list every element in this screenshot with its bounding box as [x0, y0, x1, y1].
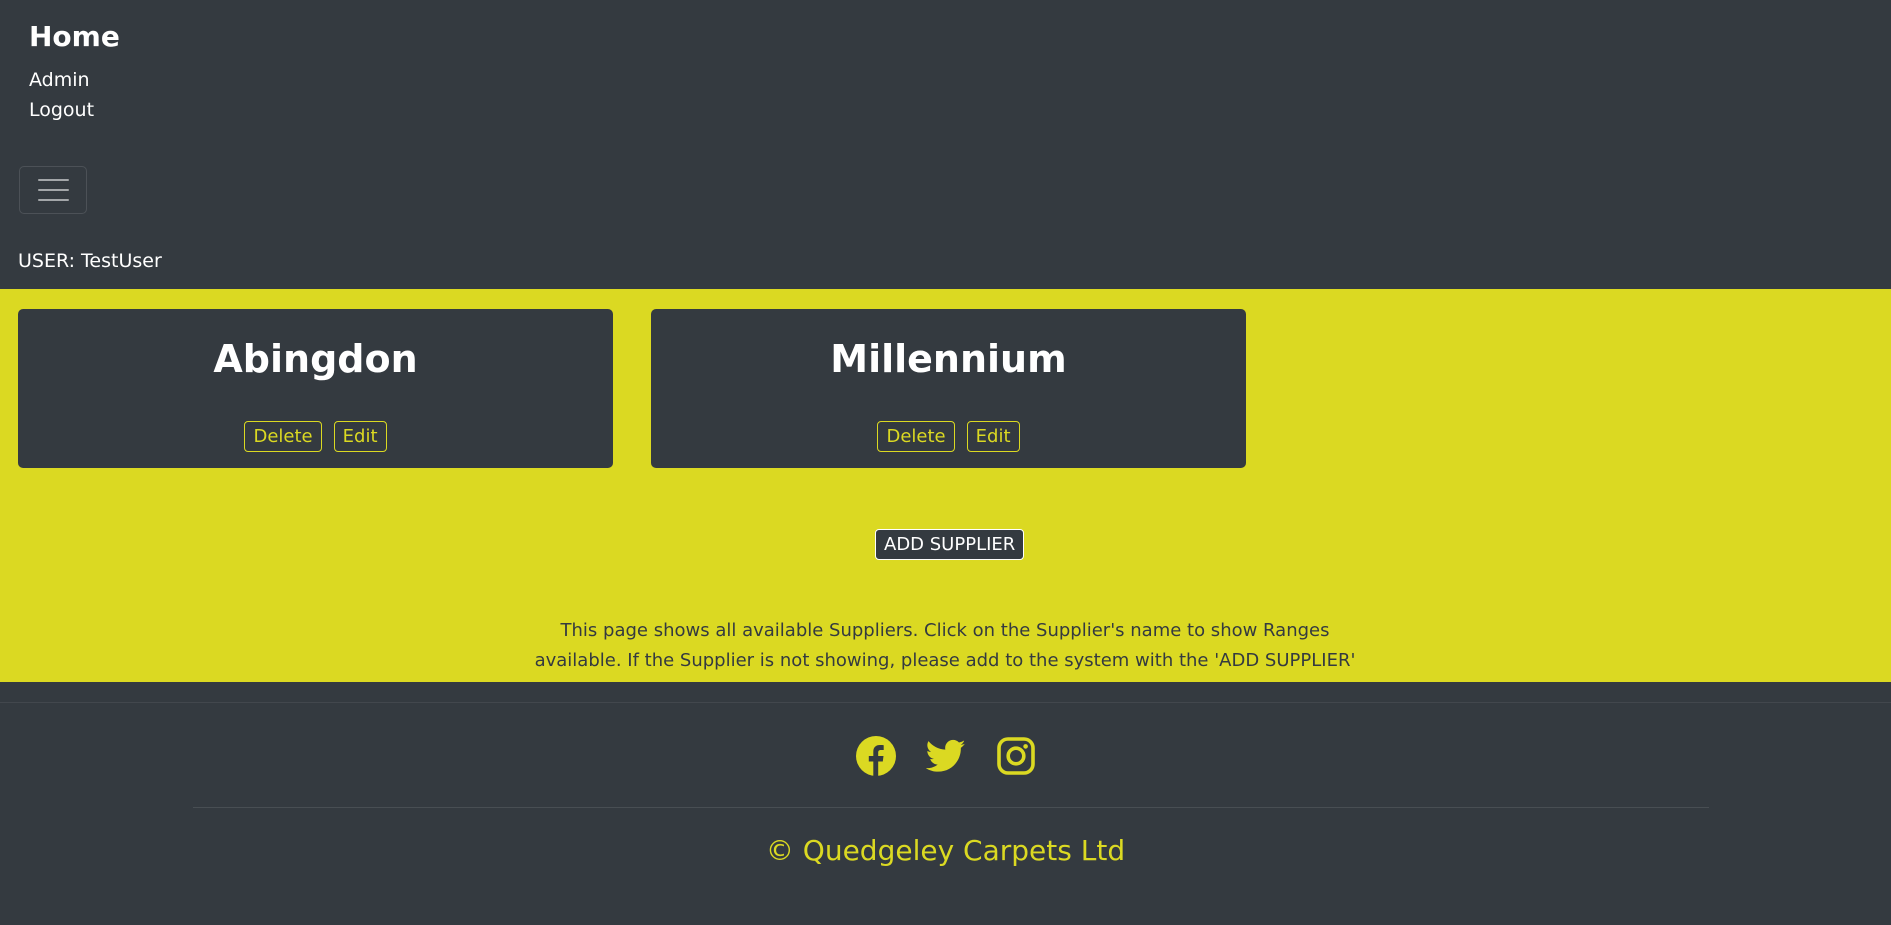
supplier-actions: Delete Edit [18, 421, 613, 452]
instagram-icon[interactable] [996, 736, 1036, 776]
supplier-name-link[interactable]: Abingdon [18, 340, 613, 378]
copyright-text: © Quedgeley Carpets Ltd [765, 834, 1126, 867]
delete-button[interactable]: Delete [244, 421, 322, 452]
hamburger-icon-bar [37, 189, 69, 191]
navbar: Home Admin Logout USER: TestUser [0, 0, 1891, 289]
supplier-card: Abingdon Delete Edit [18, 309, 613, 468]
delete-button[interactable]: Delete [877, 421, 955, 452]
supplier-name-link[interactable]: Millennium [651, 340, 1246, 378]
home-link[interactable]: Home [29, 20, 120, 53]
twitter-icon[interactable] [925, 736, 966, 776]
add-supplier-button[interactable]: ADD SUPPLIER [875, 529, 1025, 560]
admin-link[interactable]: Admin [29, 69, 90, 91]
social-links [0, 736, 1891, 776]
footer: © Quedgeley Carpets Ltd [0, 682, 1891, 925]
current-user-label: USER: TestUser [18, 250, 162, 272]
supplier-card: Millennium Delete Edit [651, 309, 1246, 468]
logout-link[interactable]: Logout [29, 99, 94, 121]
supplier-actions: Delete Edit [651, 421, 1246, 452]
edit-button[interactable]: Edit [333, 421, 387, 452]
hamburger-icon-bar [37, 199, 69, 201]
divider [193, 807, 1709, 808]
divider [0, 702, 1891, 703]
suppliers-section: Abingdon Delete Edit Millennium Delete E… [0, 289, 1891, 701]
hamburger-icon [37, 179, 69, 181]
navbar-toggle-button[interactable] [19, 166, 87, 214]
facebook-icon[interactable] [855, 736, 896, 776]
edit-button[interactable]: Edit [966, 421, 1020, 452]
